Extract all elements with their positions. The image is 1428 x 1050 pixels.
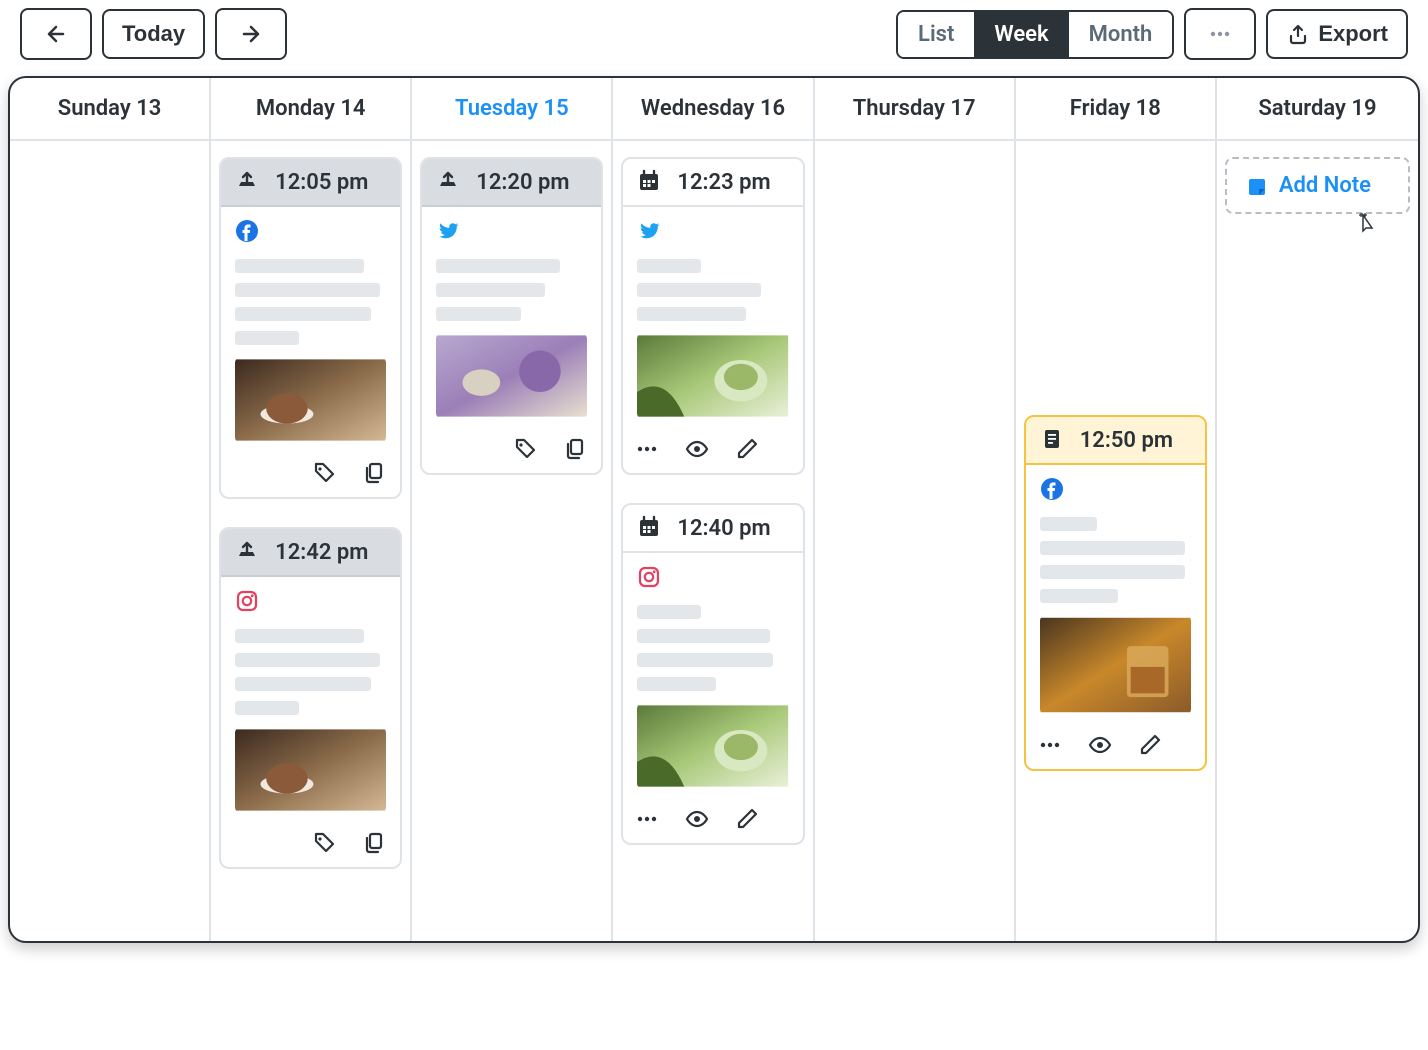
pencil-icon[interactable] xyxy=(735,437,761,463)
card-time: 12:42 pm xyxy=(275,540,368,565)
card-footer xyxy=(221,823,400,867)
card-time: 12:50 pm xyxy=(1080,428,1173,453)
day-column[interactable] xyxy=(10,141,211,941)
card-time: 12:05 pm xyxy=(275,170,368,195)
calendar-header: Sunday 13 Monday 14 Tuesday 15 Wednesday… xyxy=(10,78,1418,141)
day-header-today: Tuesday 15 xyxy=(412,78,613,141)
card-header: 12:50 pm xyxy=(1026,417,1205,465)
card-time: 12:23 pm xyxy=(677,170,770,195)
tag-icon[interactable] xyxy=(312,831,338,857)
prev-button[interactable] xyxy=(20,8,92,60)
eye-icon[interactable] xyxy=(685,807,711,833)
day-column[interactable]: 12:20 pm xyxy=(412,141,613,941)
post-card[interactable]: 12:42 pm xyxy=(219,527,402,869)
post-thumbnail xyxy=(235,357,386,443)
view-week[interactable]: Week xyxy=(974,12,1068,57)
more-button[interactable] xyxy=(1184,8,1256,60)
post-card[interactable]: 12:23 pm xyxy=(621,157,804,475)
card-footer xyxy=(623,429,802,473)
card-header: 12:42 pm xyxy=(221,529,400,577)
copy-icon[interactable] xyxy=(563,437,589,463)
calendar: Sunday 13 Monday 14 Tuesday 15 Wednesday… xyxy=(8,76,1420,943)
day-header: Thursday 17 xyxy=(815,78,1016,141)
copy-icon[interactable] xyxy=(362,831,388,857)
export-icon xyxy=(1286,23,1308,45)
eye-icon[interactable] xyxy=(1088,733,1114,759)
next-button[interactable] xyxy=(215,8,287,60)
calendar-body: 12:05 pm 12:42 pm xyxy=(10,141,1418,941)
arrow-left-icon xyxy=(44,22,68,46)
card-header: 12:05 pm xyxy=(221,159,400,207)
content-placeholder xyxy=(637,605,788,691)
card-footer xyxy=(422,429,601,473)
eye-icon[interactable] xyxy=(685,437,711,463)
post-thumbnail xyxy=(637,703,788,789)
view-switcher: List Week Month xyxy=(896,10,1174,59)
add-note-button[interactable]: Add Note xyxy=(1225,157,1410,214)
day-column[interactable]: 12:05 pm 12:42 pm xyxy=(211,141,412,941)
post-card[interactable]: 12:20 pm xyxy=(420,157,603,475)
add-note-label: Add Note xyxy=(1279,173,1371,198)
post-card[interactable]: 12:40 pm xyxy=(621,503,804,845)
upload-icon xyxy=(436,169,462,195)
card-header: 12:20 pm xyxy=(422,159,601,207)
pencil-icon[interactable] xyxy=(1138,733,1164,759)
note-icon xyxy=(1245,175,1267,197)
facebook-icon xyxy=(235,219,386,249)
day-column[interactable]: Add Note xyxy=(1217,141,1418,941)
day-header: Friday 18 xyxy=(1016,78,1217,141)
toolbar: Today List Week Month Export xyxy=(8,8,1420,76)
content-placeholder xyxy=(235,259,386,345)
dots-icon[interactable] xyxy=(635,437,661,463)
view-list[interactable]: List xyxy=(898,12,974,57)
post-thumbnail xyxy=(1040,615,1191,715)
calendar-icon xyxy=(637,169,663,195)
cursor-icon xyxy=(1354,212,1376,234)
pencil-icon[interactable] xyxy=(735,807,761,833)
day-header: Wednesday 16 xyxy=(613,78,814,141)
post-card-draft[interactable]: 12:50 pm xyxy=(1024,415,1207,771)
dots-icon xyxy=(1208,22,1232,46)
tag-icon[interactable] xyxy=(312,461,338,487)
post-thumbnail xyxy=(436,333,587,419)
content-placeholder xyxy=(436,259,587,321)
upload-icon xyxy=(235,539,261,565)
instagram-icon xyxy=(235,589,386,619)
card-time: 12:40 pm xyxy=(677,516,770,541)
arrow-right-icon xyxy=(239,22,263,46)
day-header: Saturday 19 xyxy=(1217,78,1418,141)
card-footer xyxy=(623,799,802,843)
content-placeholder xyxy=(1040,517,1191,603)
content-placeholder xyxy=(637,259,788,321)
today-button[interactable]: Today xyxy=(102,9,205,59)
day-header: Monday 14 xyxy=(211,78,412,141)
content-placeholder xyxy=(235,629,386,715)
upload-icon xyxy=(235,169,261,195)
post-thumbnail xyxy=(637,333,788,419)
card-header: 12:40 pm xyxy=(623,505,802,553)
card-header: 12:23 pm xyxy=(623,159,802,207)
twitter-icon xyxy=(637,219,788,249)
day-column[interactable]: 12:23 pm 12:40 pm xyxy=(613,141,814,941)
dots-icon[interactable] xyxy=(1038,733,1064,759)
day-header: Sunday 13 xyxy=(10,78,211,141)
card-footer xyxy=(1026,725,1205,769)
calendar-icon xyxy=(637,515,663,541)
instagram-icon xyxy=(637,565,788,595)
view-month[interactable]: Month xyxy=(1069,12,1173,57)
document-icon xyxy=(1040,427,1066,453)
post-thumbnail xyxy=(235,727,386,813)
export-label: Export xyxy=(1318,21,1388,47)
day-column[interactable] xyxy=(815,141,1016,941)
tag-icon[interactable] xyxy=(513,437,539,463)
card-time: 12:20 pm xyxy=(476,170,569,195)
facebook-icon xyxy=(1040,477,1191,507)
export-button[interactable]: Export xyxy=(1266,9,1408,59)
post-card[interactable]: 12:05 pm xyxy=(219,157,402,499)
dots-icon[interactable] xyxy=(635,807,661,833)
copy-icon[interactable] xyxy=(362,461,388,487)
day-column[interactable]: 12:50 pm xyxy=(1016,141,1217,941)
card-footer xyxy=(221,453,400,497)
twitter-icon xyxy=(436,219,587,249)
